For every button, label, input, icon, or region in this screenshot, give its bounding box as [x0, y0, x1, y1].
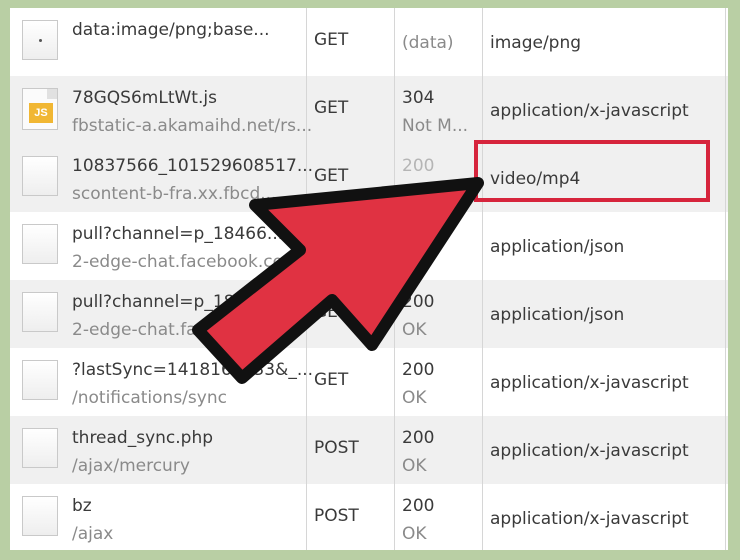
- request-row[interactable]: JS 78GQS6mLtWt.js fbstatic-a.akamaihd.ne…: [10, 76, 728, 144]
- request-domain: 2-edge-chat.facebook.com: [72, 320, 300, 340]
- column-divider: [482, 8, 483, 550]
- request-status-cell: 200 OK: [394, 144, 482, 212]
- request-name: pull?channel=p_18466...: [72, 292, 284, 312]
- request-method-cell: GET: [306, 76, 394, 144]
- blank-file-icon: [22, 496, 58, 536]
- blank-file-icon: [22, 360, 58, 400]
- request-row[interactable]: bz /ajax POST 200 OK application/x-javas…: [10, 484, 728, 550]
- request-method: GET: [314, 370, 349, 390]
- request-status-text: OK: [402, 252, 427, 272]
- request-status-text: OK: [402, 388, 427, 408]
- request-name-cell[interactable]: pull?channel=p_18466... 2-edge-chat.face…: [10, 212, 306, 280]
- request-method-cell: POST: [306, 416, 394, 484]
- request-type: application/x-javascript: [490, 101, 689, 121]
- request-name: pull?channel=p_18466...: [72, 224, 284, 244]
- request-name: 78GQS6mLtWt.js: [72, 88, 217, 108]
- column-divider: [306, 8, 307, 550]
- request-name-cell[interactable]: ?lastSync=1418164733&_... /notifications…: [10, 348, 313, 416]
- request-method: GET: [314, 302, 349, 322]
- highlight-box: [474, 140, 710, 202]
- request-type: application/json: [490, 237, 625, 257]
- request-status: 200: [402, 292, 435, 312]
- request-type-cell: image/png: [482, 8, 728, 76]
- request-status: 200: [402, 224, 435, 244]
- request-name: thread_sync.php: [72, 428, 214, 448]
- blank-file-icon: [22, 156, 58, 196]
- request-method: POST: [314, 506, 359, 526]
- request-method-cell: GET: [306, 348, 394, 416]
- blank-file-icon: [22, 224, 58, 264]
- request-type-cell: application/json: [482, 280, 728, 348]
- request-method: POST: [314, 438, 359, 458]
- request-status-cell: 200 OK: [394, 484, 482, 550]
- request-domain: /notifications/sync: [72, 388, 227, 408]
- request-name-cell[interactable]: 10837566_101529608517... scontent-b-fra.…: [10, 144, 313, 212]
- request-status-text: OK: [402, 456, 427, 476]
- request-type: application/x-javascript: [490, 373, 689, 393]
- request-name-cell[interactable]: pull?channel=p_18466... 2-edge-chat.face…: [10, 280, 306, 348]
- request-type-cell: application/x-javascript: [482, 484, 728, 550]
- request-row[interactable]: pull?channel=p_18466... 2-edge-chat.face…: [10, 212, 728, 280]
- request-status-cell: (data): [394, 8, 482, 76]
- request-status: 200: [402, 360, 435, 380]
- column-divider: [725, 8, 726, 550]
- request-name: data:image/png;base...: [72, 20, 270, 40]
- request-method: GET: [314, 234, 349, 254]
- request-status: (data): [402, 33, 454, 53]
- request-status-cell: 200 OK: [394, 416, 482, 484]
- request-domain: fbstatic-a.akamaihd.net/rs...: [72, 116, 313, 136]
- request-domain: /ajax: [72, 524, 114, 544]
- request-status: 200: [402, 496, 435, 516]
- request-domain: 2-edge-chat.facebook.com: [72, 252, 300, 272]
- request-domain: /ajax/mercury: [72, 456, 190, 476]
- request-type: application/json: [490, 305, 625, 325]
- request-name: 10837566_101529608517...: [72, 156, 314, 176]
- request-method-cell: GET: [306, 8, 394, 76]
- request-name: bz: [72, 496, 92, 516]
- request-method: GET: [314, 98, 349, 118]
- request-row[interactable]: thread_sync.php /ajax/mercury POST 200 O…: [10, 416, 728, 484]
- request-status: 304: [402, 88, 435, 108]
- request-name: ?lastSync=1418164733&_...: [72, 360, 314, 380]
- request-status-text: OK: [402, 184, 427, 204]
- request-type-cell: application/x-javascript: [482, 348, 728, 416]
- request-type-cell: application/x-javascript: [482, 416, 728, 484]
- request-type: image/png: [490, 33, 582, 53]
- request-row[interactable]: pull?channel=p_18466... 2-edge-chat.face…: [10, 280, 728, 348]
- network-request-table: data:image/png;base... GET (data) image/…: [10, 8, 728, 550]
- js-file-icon: JS: [22, 88, 58, 130]
- request-status: 200: [402, 428, 435, 448]
- request-method: GET: [314, 30, 349, 50]
- request-method-cell: GET: [306, 280, 394, 348]
- request-name-cell[interactable]: JS 78GQS6mLtWt.js fbstatic-a.akamaihd.ne…: [10, 76, 312, 144]
- blank-file-icon: [22, 292, 58, 332]
- request-domain: scontent-b-fra.xx.fbcd...: [72, 184, 277, 204]
- request-type-cell: application/x-javascript: [482, 76, 728, 144]
- request-method-cell: GET: [306, 144, 394, 212]
- request-status-cell: 200 OK: [394, 280, 482, 348]
- request-name-cell[interactable]: bz /ajax: [10, 484, 306, 550]
- request-status-cell: 200 OK: [394, 212, 482, 280]
- request-status-cell: 200 OK: [394, 348, 482, 416]
- request-method-cell: GET: [306, 212, 394, 280]
- request-status-text: OK: [402, 524, 427, 544]
- request-name-cell[interactable]: data:image/png;base...: [10, 8, 306, 76]
- image-file-icon: [22, 20, 58, 60]
- request-status-text: OK: [402, 320, 427, 340]
- request-status-text: Not M...: [402, 116, 469, 136]
- request-row[interactable]: ?lastSync=1418164733&_... /notifications…: [10, 348, 728, 416]
- request-row[interactable]: data:image/png;base... GET (data) image/…: [10, 8, 728, 76]
- request-method: GET: [314, 166, 349, 186]
- request-method-cell: POST: [306, 484, 394, 550]
- request-type-cell: application/json: [482, 212, 728, 280]
- blank-file-icon: [22, 428, 58, 468]
- request-name-cell[interactable]: thread_sync.php /ajax/mercury: [10, 416, 306, 484]
- request-status: 200: [402, 156, 435, 176]
- request-type: application/x-javascript: [490, 509, 689, 529]
- request-status-cell: 304 Not M...: [394, 76, 482, 144]
- column-divider: [394, 8, 395, 550]
- request-type: application/x-javascript: [490, 441, 689, 461]
